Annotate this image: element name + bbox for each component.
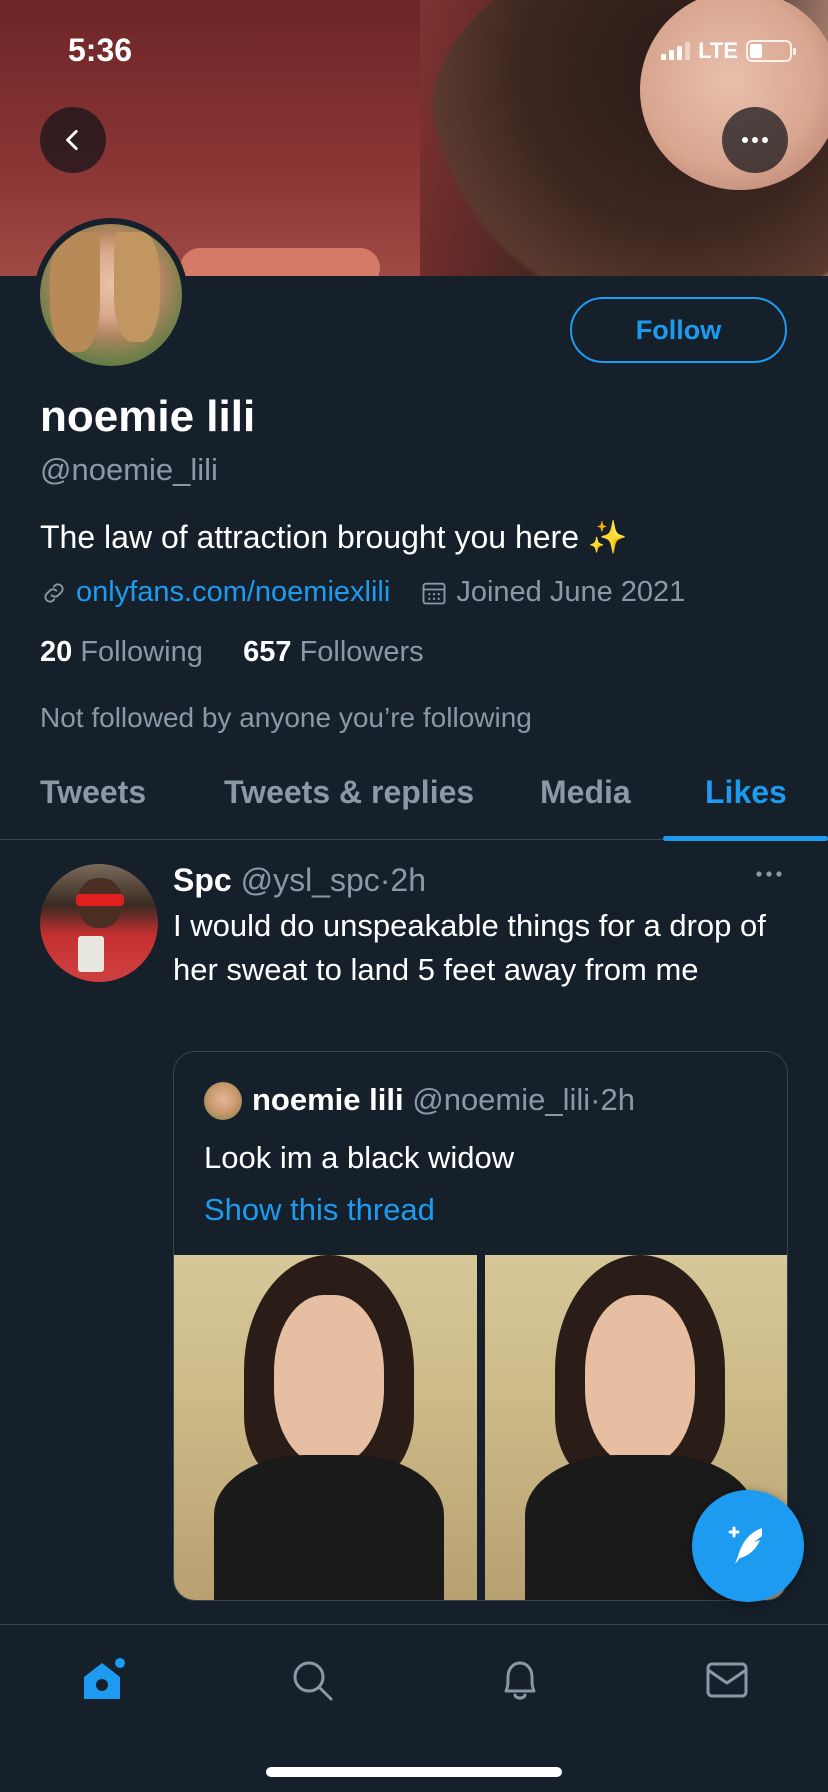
- followers-count: 657: [243, 636, 292, 668]
- quoted-header: noemie lili @noemie_lili·2h: [252, 1082, 635, 1118]
- tweet-more-button[interactable]: [754, 866, 784, 884]
- quoted-separator: ·: [590, 1082, 601, 1117]
- following-label: Following: [80, 636, 203, 668]
- tab-likes[interactable]: Likes: [705, 774, 787, 811]
- home-indicator: [266, 1767, 562, 1777]
- quoted-text: Look im a black widow: [204, 1140, 515, 1175]
- compose-tweet-button[interactable]: [692, 1490, 804, 1602]
- banner-sofa: [180, 248, 380, 276]
- quoted-display-name: noemie lili: [252, 1082, 404, 1117]
- profile-link[interactable]: onlyfans.com/noemiexlili: [76, 576, 390, 609]
- quoted-time: 2h: [600, 1082, 635, 1117]
- tweet-display-name[interactable]: Spc: [173, 862, 232, 898]
- tweet-header: Spc @ysl_spc·2h: [173, 862, 426, 899]
- tweet-username[interactable]: @ysl_spc: [241, 862, 380, 898]
- profile-tabs: Tweets Tweets & replies Media Likes: [0, 770, 828, 841]
- messages-icon: [706, 1662, 748, 1698]
- profile-bio: The law of attraction brought you here ✨: [40, 519, 628, 555]
- signal-icon: [661, 42, 691, 60]
- nav-messages[interactable]: [702, 1655, 752, 1705]
- bottom-navigation: [0, 1624, 828, 1792]
- quoted-username: @noemie_lili: [412, 1082, 591, 1117]
- home-icon: [84, 1658, 125, 1699]
- link-icon: [44, 582, 64, 603]
- battery-icon: [746, 40, 796, 62]
- tweet-avatar[interactable]: [40, 864, 158, 982]
- quoted-tweet[interactable]: noemie lili @noemie_lili·2h Look im a bl…: [173, 1051, 788, 1601]
- tab-tweets[interactable]: Tweets: [40, 774, 146, 811]
- back-button[interactable]: [40, 107, 106, 173]
- profile-meta: onlyfans.com/noemiexlili Joined June 202…: [40, 576, 685, 609]
- notifications-icon: [504, 1661, 536, 1700]
- status-time: 5:36: [68, 32, 133, 68]
- status-bar: 5:36 LTE: [0, 28, 828, 72]
- follow-button[interactable]: Follow: [570, 297, 787, 363]
- more-options-button[interactable]: [722, 107, 788, 173]
- compose-tweet-icon: [728, 1526, 762, 1564]
- nav-home[interactable]: [78, 1655, 128, 1705]
- tab-tweets-replies[interactable]: Tweets & replies: [224, 774, 474, 811]
- following-count: 20: [40, 636, 73, 668]
- following-link[interactable]: 20 Following: [40, 636, 203, 668]
- more-horizontal-icon: [742, 137, 768, 143]
- followers-link[interactable]: 657 Followers: [243, 636, 424, 668]
- calendar-icon: [422, 582, 446, 604]
- quoted-image-1[interactable]: [174, 1255, 477, 1600]
- nav-search[interactable]: [287, 1655, 337, 1705]
- search-icon: [293, 1661, 333, 1701]
- nav-notifications[interactable]: [495, 1655, 545, 1705]
- tweet-time: 2h: [390, 862, 427, 898]
- more-horizontal-icon: [756, 871, 782, 877]
- tweet-text: I would do unspeakable things for a drop…: [173, 908, 766, 987]
- follow-counts: 20 Following 657 Followers: [40, 636, 424, 669]
- network-label: LTE: [698, 38, 738, 63]
- chevron-left-icon: [66, 129, 78, 151]
- profile-name: noemie lili: [40, 392, 256, 441]
- tab-media[interactable]: Media: [540, 774, 631, 811]
- status-right: LTE: [661, 38, 796, 64]
- profile-avatar[interactable]: [34, 218, 188, 372]
- avatar-image: [40, 224, 182, 366]
- active-tab-indicator: [663, 836, 828, 841]
- tweet-separator: ·: [379, 862, 391, 898]
- not-followed-notice: Not followed by anyone you’re following: [40, 702, 532, 733]
- followers-label: Followers: [299, 636, 424, 668]
- profile-handle: @noemie_lili: [40, 452, 218, 487]
- show-thread-link[interactable]: Show this thread: [204, 1192, 435, 1228]
- joined-date: Joined June 2021: [456, 576, 686, 608]
- quoted-avatar: [204, 1082, 242, 1120]
